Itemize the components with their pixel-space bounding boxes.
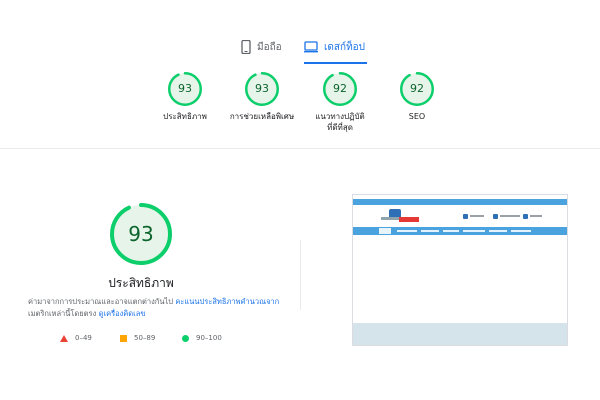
score-gauge: 93 [245, 72, 279, 106]
score-legend: 0–49 50–89 90–100 [0, 334, 300, 346]
thumbnail-footer [353, 323, 567, 345]
tab-mobile-label: มือถือ [257, 41, 282, 53]
red-triangle-icon [60, 334, 68, 342]
category-best-practices[interactable]: 92 แนวทางปฏิบัติที่ดีที่สุด [300, 72, 380, 133]
section-divider [0, 148, 600, 149]
green-circle-icon [182, 334, 189, 342]
score-gauge: 92 [323, 72, 357, 106]
description-text-2: เมตริกเหล่านี้โดยตรง [28, 309, 99, 318]
vertical-divider [300, 240, 301, 310]
calculator-link[interactable]: ดูเครื่องคิดเลข [99, 309, 146, 318]
score-value: 92 [410, 82, 424, 95]
thumbnail-logo [381, 209, 419, 223]
category-label: แนวทางปฏิบัติที่ดีที่สุด [315, 112, 365, 132]
legend-range: 50–89 [134, 334, 156, 342]
category-label: ประสิทธิภาพ [163, 112, 207, 121]
legend-average: 50–89 [120, 334, 155, 342]
category-label: SEO [408, 112, 426, 121]
performance-title: ประสิทธิภาพ [108, 276, 174, 290]
legend-range: 0–49 [75, 334, 92, 342]
thumbnail-email-info [493, 213, 520, 219]
device-tabs: มือถือ เดสก์ท็อป [0, 33, 600, 64]
category-performance[interactable]: 93 ประสิทธิภาพ [145, 72, 225, 122]
tab-desktop-label: เดสก์ท็อป [324, 41, 366, 53]
performance-description: ค่ามาจากการประมาณและอาจแตกต่างกันไป คะแน… [28, 296, 288, 320]
score-calculation-link[interactable]: คะแนนประสิทธิภาพคำนวณจาก [175, 297, 279, 306]
performance-score-gauge: 93 [110, 203, 172, 265]
thumbnail-line-info [523, 213, 542, 219]
thumbnail-phone-info [463, 213, 484, 219]
tab-desktop[interactable]: เดสก์ท็อป [304, 33, 368, 64]
category-label: การช่วยเหลือพิเศษ [229, 112, 295, 121]
description-text: ค่ามาจากการประมาณและอาจแตกต่างกันไป [28, 297, 176, 306]
tab-mobile[interactable]: มือถือ [241, 33, 282, 61]
score-value: 93 [178, 82, 192, 95]
legend-range: 90–100 [196, 334, 222, 342]
score-gauge: 92 [400, 72, 434, 106]
thumbnail-nav-bar [353, 227, 567, 235]
score-value: 93 [255, 82, 269, 95]
performance-score-value: 93 [128, 222, 154, 246]
page-screenshot-thumbnail[interactable] [352, 194, 568, 346]
category-seo[interactable]: 92 SEO [377, 72, 457, 122]
score-gauge: 93 [168, 72, 202, 106]
desktop-monitor-icon [304, 41, 318, 53]
legend-pass: 90–100 [182, 334, 222, 342]
legend-fail: 0–49 [60, 334, 92, 342]
mobile-phone-icon [241, 40, 251, 54]
score-value: 92 [333, 82, 347, 95]
orange-square-icon [120, 334, 127, 342]
category-accessibility[interactable]: 93 การช่วยเหลือพิเศษ [222, 72, 302, 122]
thumbnail-top-bar [353, 199, 567, 205]
